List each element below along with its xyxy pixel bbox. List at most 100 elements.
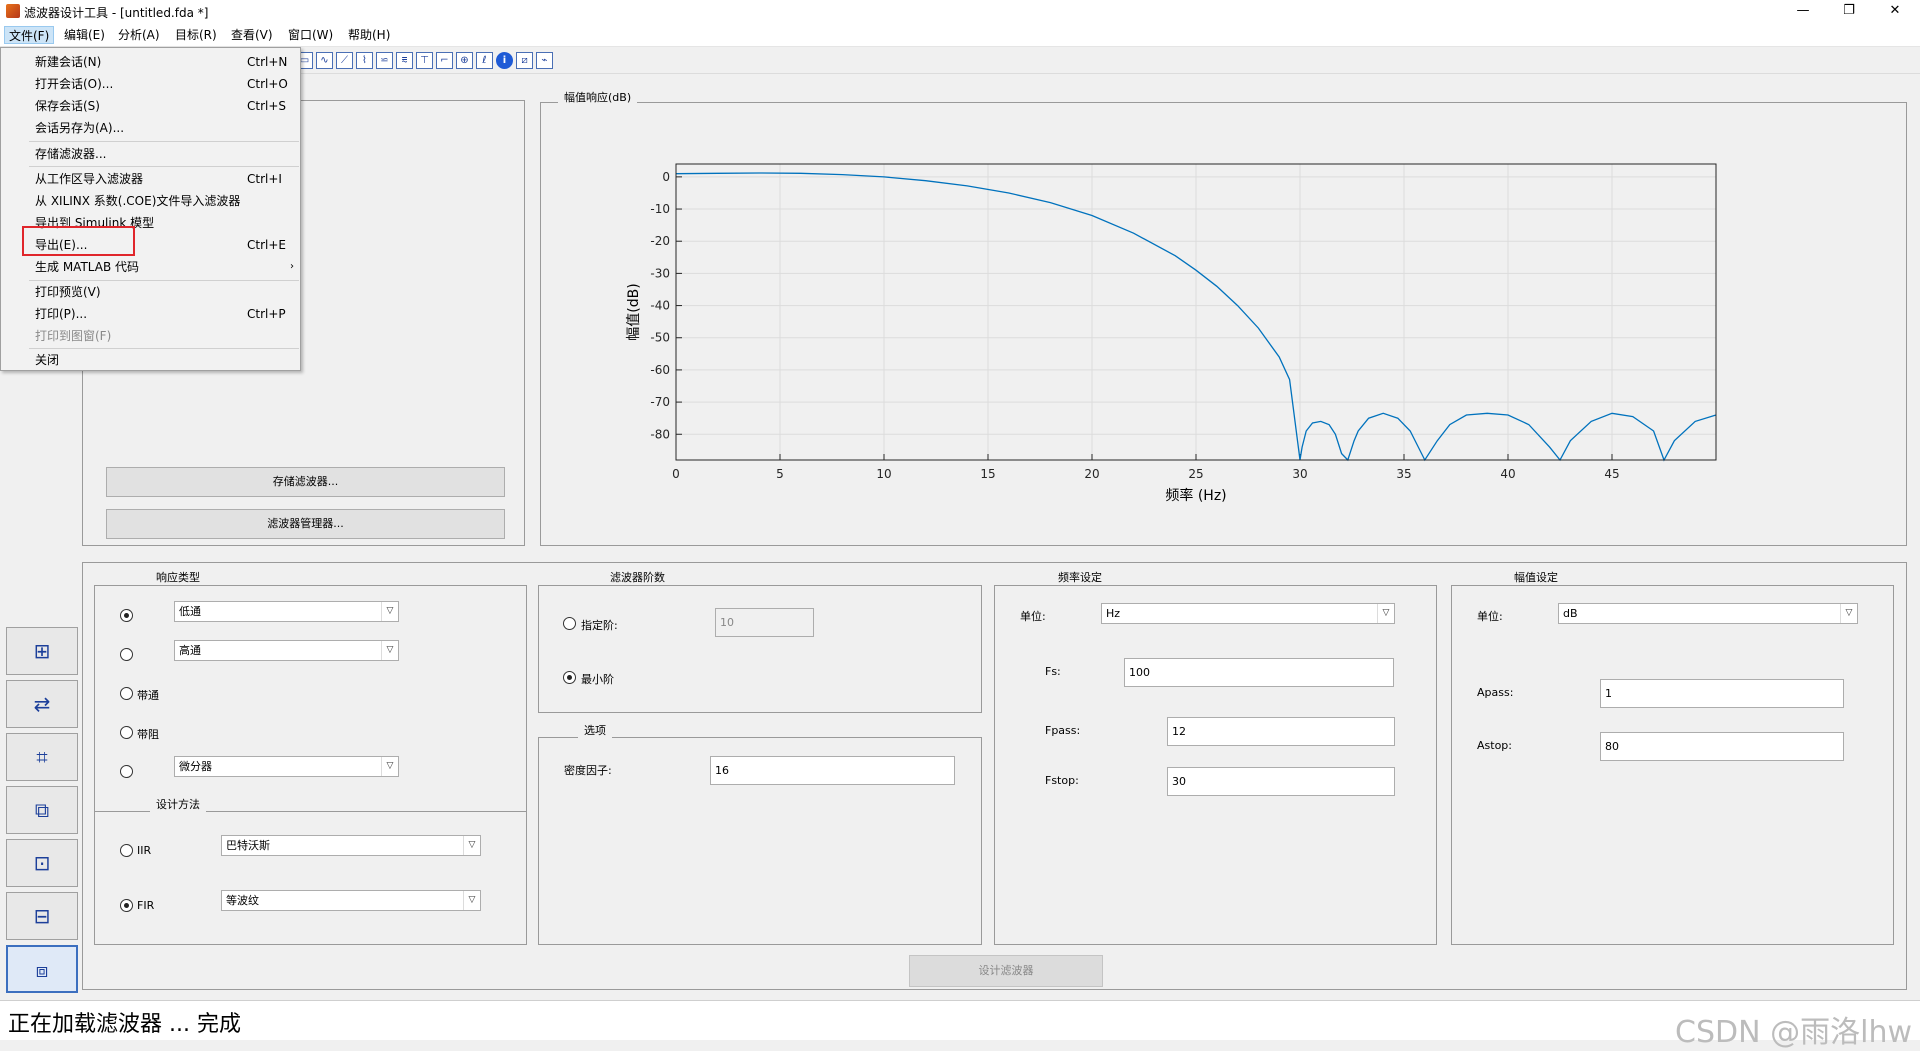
lowpass-select[interactable]: 低通 ▽	[174, 601, 399, 622]
chevron-down-icon: ▽	[463, 891, 480, 910]
close-button[interactable]: ✕	[1872, 0, 1918, 23]
status-bar: 正在加载滤波器 ... 完成 CSDN @雨洛lhw	[0, 1000, 1920, 1050]
x-tick-label: 35	[1396, 467, 1411, 481]
design-filter-icon[interactable]: ⧈	[6, 945, 78, 993]
menu-item-new-session[interactable]: 新建会话(N) Ctrl+N	[2, 51, 300, 73]
freq-units-select[interactable]: Hz ▽	[1101, 603, 1395, 624]
y-tick-label: 0	[662, 170, 670, 184]
transform-filter-icon[interactable]: ⊞	[6, 627, 78, 675]
fs-input[interactable]: 100	[1124, 658, 1394, 687]
specify-order-input[interactable]: 10	[715, 608, 814, 637]
phase-delay-icon[interactable]: ⩳	[396, 52, 413, 69]
import-filter-icon[interactable]: ⊟	[6, 892, 78, 940]
x-tick-label: 40	[1500, 467, 1515, 481]
create-multirate-filter-icon[interactable]: ⇄	[6, 680, 78, 728]
menu-item-save-session[interactable]: 保存会话(S) Ctrl+S	[2, 95, 300, 117]
radio-differentiator[interactable]	[120, 765, 133, 778]
phase-response-icon[interactable]: ⟋	[336, 52, 353, 69]
menu-targets[interactable]: 目标(R)	[171, 26, 221, 44]
y-tick-label: -70	[650, 395, 670, 409]
pole-zero-icon[interactable]: ⊕	[456, 52, 473, 69]
menu-file[interactable]: 文件(F)	[4, 26, 55, 44]
x-tick-label: 5	[776, 467, 784, 481]
menu-item-import-workspace[interactable]: 从工作区导入滤波器 Ctrl+I	[2, 168, 300, 190]
astop-input[interactable]: 80	[1600, 732, 1844, 761]
specify-order-label: 指定阶:	[581, 619, 618, 632]
radio-minimum-order[interactable]	[563, 671, 576, 684]
fir-method-select[interactable]: 等波纹 ▽	[221, 890, 481, 911]
menu-item-store-filter[interactable]: 存储滤波器...	[2, 143, 300, 165]
menu-analysis[interactable]: 分析(A)	[114, 26, 164, 44]
restore-button[interactable]: ❐	[1826, 0, 1872, 23]
menu-item-close[interactable]: 关闭	[2, 349, 300, 371]
x-tick-label: 0	[672, 467, 680, 481]
freq-units-value: Hz	[1106, 607, 1121, 620]
set-quantization-icon[interactable]: ⌗	[6, 733, 78, 781]
menu-edit[interactable]: 编辑(E)	[60, 26, 109, 44]
title-bar: 滤波器设计工具 - [untitled.fda *] — ❐ ✕	[0, 0, 1920, 23]
menu-help[interactable]: 帮助(H)	[344, 26, 394, 44]
impulse-response-icon[interactable]: ⊤	[416, 52, 433, 69]
minimize-button[interactable]: —	[1780, 0, 1826, 23]
radio-highpass[interactable]	[120, 648, 133, 661]
filter-manager-button[interactable]: 滤波器管理器...	[106, 509, 505, 539]
iir-method-select[interactable]: 巴特沃斯 ▽	[221, 835, 481, 856]
realize-model-icon[interactable]: ⊡	[6, 839, 78, 887]
radio-specify-order[interactable]	[563, 617, 576, 630]
coefficients-icon[interactable]: ℓ	[476, 52, 493, 69]
menu-item-generate-matlab-code[interactable]: 生成 MATLAB 代码 ›	[2, 256, 300, 278]
menu-item-label: 生成 MATLAB 代码	[35, 260, 139, 274]
astop-label: Astop:	[1477, 739, 1512, 752]
step-response-icon[interactable]: ⌐	[436, 52, 453, 69]
menu-item-import-xilinx[interactable]: 从 XILINX 系数(.COE)文件导入滤波器	[2, 190, 300, 212]
fir-method-value: 等波纹	[226, 894, 259, 907]
magnitude-estimate-icon[interactable]: ⧄	[516, 52, 533, 69]
store-filter-button[interactable]: 存储滤波器...	[106, 467, 505, 497]
apass-label: Apass:	[1477, 686, 1514, 699]
y-tick-label: -80	[650, 427, 670, 441]
menu-item-shortcut: Ctrl+N	[247, 55, 288, 69]
y-tick-label: -50	[650, 331, 670, 345]
design-filter-button[interactable]: 设计滤波器	[909, 955, 1103, 987]
menu-item-shortcut: Ctrl+I	[247, 172, 282, 186]
chevron-down-icon: ▽	[1377, 604, 1394, 623]
density-factor-input[interactable]: 16	[710, 756, 955, 785]
fpass-label: Fpass:	[1045, 724, 1081, 737]
export-highlight-box	[22, 226, 135, 256]
menu-item-print-preview[interactable]: 打印预览(V)	[2, 281, 300, 303]
mag-units-select[interactable]: dB ▽	[1558, 603, 1858, 624]
fs-label: Fs:	[1045, 665, 1061, 678]
apass-input[interactable]: 1	[1600, 679, 1844, 708]
menu-item-save-session-as[interactable]: 会话另存为(A)...	[2, 117, 300, 139]
fstop-input[interactable]: 30	[1167, 767, 1395, 796]
pole-zero-editor-icon[interactable]: ⧉	[6, 786, 78, 834]
y-axis-label: 幅值(dB)	[626, 283, 642, 340]
menu-item-print[interactable]: 打印(P)... Ctrl+P	[2, 303, 300, 325]
filter-info-icon[interactable]: i	[496, 52, 513, 69]
radio-bandpass[interactable]	[120, 687, 133, 700]
menu-window[interactable]: 窗口(W)	[284, 26, 337, 44]
fstop-label: Fstop:	[1045, 774, 1079, 787]
menu-view[interactable]: 查看(V)	[227, 26, 277, 44]
menu-item-open-session[interactable]: 打开会话(O)... Ctrl+O	[2, 73, 300, 95]
magnitude-response-icon[interactable]: ∿	[316, 52, 333, 69]
chevron-down-icon: ▽	[381, 757, 398, 776]
menu-item-label: 打印到图窗(F)	[35, 329, 112, 343]
chevron-down-icon: ▽	[381, 641, 398, 660]
radio-bandstop[interactable]	[120, 726, 133, 739]
radio-fir[interactable]	[120, 899, 133, 912]
round-off-noise-icon[interactable]: ⌁	[536, 52, 553, 69]
submenu-arrow-icon: ›	[290, 261, 294, 272]
mag-units-label: 单位:	[1477, 610, 1503, 623]
highpass-select[interactable]: 高通 ▽	[174, 640, 399, 661]
group-delay-icon[interactable]: ⋍	[376, 52, 393, 69]
menu-item-shortcut: Ctrl+S	[247, 99, 287, 113]
fpass-input[interactable]: 12	[1167, 717, 1395, 746]
y-tick-label: -20	[650, 234, 670, 248]
menu-bar: 文件(F) 编辑(E) 分析(A) 目标(R) 查看(V) 窗口(W) 帮助(H…	[0, 23, 1920, 47]
differentiator-select[interactable]: 微分器 ▽	[174, 756, 399, 777]
radio-iir[interactable]	[120, 844, 133, 857]
menu-item-label: 打开会话(O)...	[35, 77, 114, 91]
magnitude-phase-icon[interactable]: ⌇	[356, 52, 373, 69]
radio-lowpass[interactable]	[120, 609, 133, 622]
